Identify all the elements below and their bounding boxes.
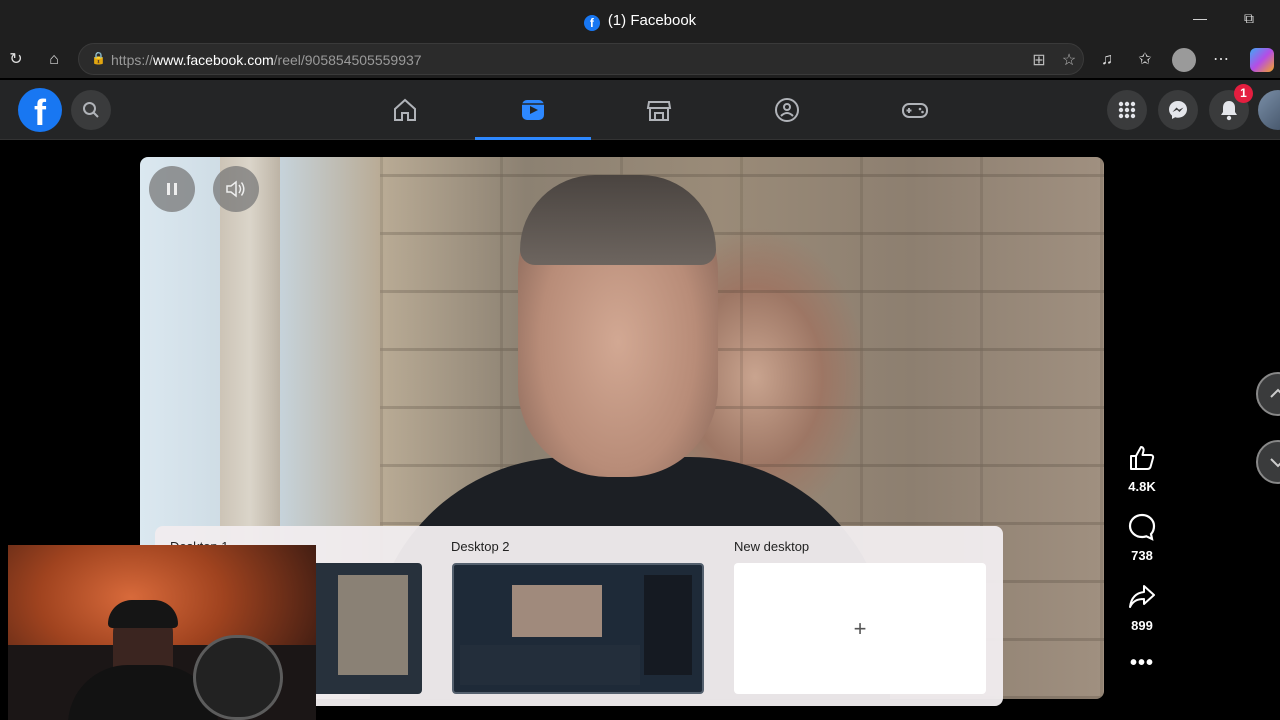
thumbs-up-icon bbox=[1130, 446, 1155, 470]
like-count: 4.8K bbox=[1128, 479, 1156, 494]
desktop-2-thumbnail[interactable] bbox=[452, 563, 704, 694]
desktop-2-window-panel bbox=[460, 645, 640, 685]
more-options-icon[interactable]: ••• bbox=[1116, 652, 1168, 675]
tab-groups[interactable] bbox=[729, 80, 845, 140]
desktop-1-window bbox=[338, 575, 408, 675]
desktop-2-window-video bbox=[512, 585, 602, 637]
app-available-icon[interactable]: ⊞ bbox=[1029, 50, 1049, 70]
volume-button[interactable] bbox=[213, 166, 259, 212]
url-text[interactable]: https://www.facebook.com/reel/9058545055… bbox=[111, 52, 422, 68]
account-avatar[interactable] bbox=[1258, 90, 1280, 130]
webcam-overlay bbox=[8, 545, 316, 720]
bell-icon bbox=[1221, 101, 1237, 121]
menu-grid-icon[interactable] bbox=[1107, 90, 1147, 130]
desktop-2-window-chat bbox=[644, 575, 692, 675]
speaker-icon bbox=[226, 180, 245, 198]
facebook-logo-icon[interactable]: f bbox=[18, 88, 62, 133]
marketplace-icon bbox=[646, 101, 672, 121]
notifications-button[interactable]: 1 bbox=[1209, 84, 1253, 130]
messenger-icon[interactable] bbox=[1158, 90, 1198, 130]
plus-icon: + bbox=[853, 616, 867, 641]
tab-marketplace[interactable] bbox=[601, 80, 717, 140]
chevron-down-icon bbox=[1270, 458, 1280, 468]
comment-action[interactable]: 738 bbox=[1116, 513, 1168, 563]
new-desktop-label: New desktop bbox=[734, 539, 810, 554]
tab-reels[interactable] bbox=[475, 80, 591, 140]
share-icon bbox=[1129, 585, 1155, 608]
like-action[interactable]: 4.8K bbox=[1116, 444, 1168, 494]
copilot-icon[interactable] bbox=[1250, 48, 1274, 72]
webcam-pillow bbox=[193, 635, 283, 720]
desktop-2-label: Desktop 2 bbox=[451, 539, 510, 554]
home-icon bbox=[394, 98, 416, 121]
tab-gaming[interactable] bbox=[857, 80, 973, 140]
minimize-button[interactable]: — bbox=[1190, 10, 1210, 30]
refresh-button[interactable]: ↻ bbox=[6, 50, 26, 70]
address-bar[interactable]: 🔒 https://www.facebook.com/reel/90585450… bbox=[78, 43, 1084, 75]
favorite-star-icon[interactable]: ☆ bbox=[1059, 50, 1079, 70]
home-button[interactable]: ⌂ bbox=[44, 50, 64, 70]
share-count: 899 bbox=[1131, 618, 1153, 633]
restore-button[interactable]: ⧉ bbox=[1239, 10, 1259, 30]
window-titlebar: f (1) Facebook — ⧉ bbox=[0, 0, 1280, 42]
lock-icon: 🔒 bbox=[91, 51, 106, 65]
pause-button[interactable] bbox=[149, 166, 195, 212]
webcam-person-cap bbox=[108, 600, 178, 628]
reels-icon bbox=[522, 100, 544, 120]
more-menu-icon[interactable]: ⋯ bbox=[1211, 50, 1231, 70]
comment-icon bbox=[1128, 513, 1156, 541]
profile-avatar[interactable] bbox=[1172, 48, 1196, 72]
window-title-text: (1) Facebook bbox=[607, 12, 697, 29]
window-title: f (1) Facebook bbox=[0, 12, 1280, 31]
gaming-icon bbox=[902, 103, 928, 118]
chevron-up-icon bbox=[1270, 388, 1280, 398]
search-icon[interactable] bbox=[71, 90, 111, 130]
comment-count: 738 bbox=[1131, 548, 1153, 563]
tab-home[interactable] bbox=[347, 80, 463, 140]
browser-toolbar: ↻ ⌂ 🔒 https://www.facebook.com/reel/9058… bbox=[0, 42, 1280, 78]
share-action[interactable]: 899 bbox=[1116, 583, 1168, 633]
pause-icon bbox=[167, 183, 177, 195]
notification-badge: 1 bbox=[1234, 84, 1253, 103]
media-control-icon[interactable]: ♫ bbox=[1097, 50, 1117, 70]
next-reel-button[interactable] bbox=[1256, 440, 1280, 484]
facebook-header: f 1 bbox=[0, 80, 1280, 140]
new-desktop-button[interactable]: + bbox=[734, 563, 986, 694]
groups-icon bbox=[775, 98, 799, 122]
favorites-icon[interactable]: ✩ bbox=[1135, 50, 1155, 70]
previous-reel-button[interactable] bbox=[1256, 372, 1280, 416]
facebook-favicon-icon: f bbox=[583, 15, 600, 31]
